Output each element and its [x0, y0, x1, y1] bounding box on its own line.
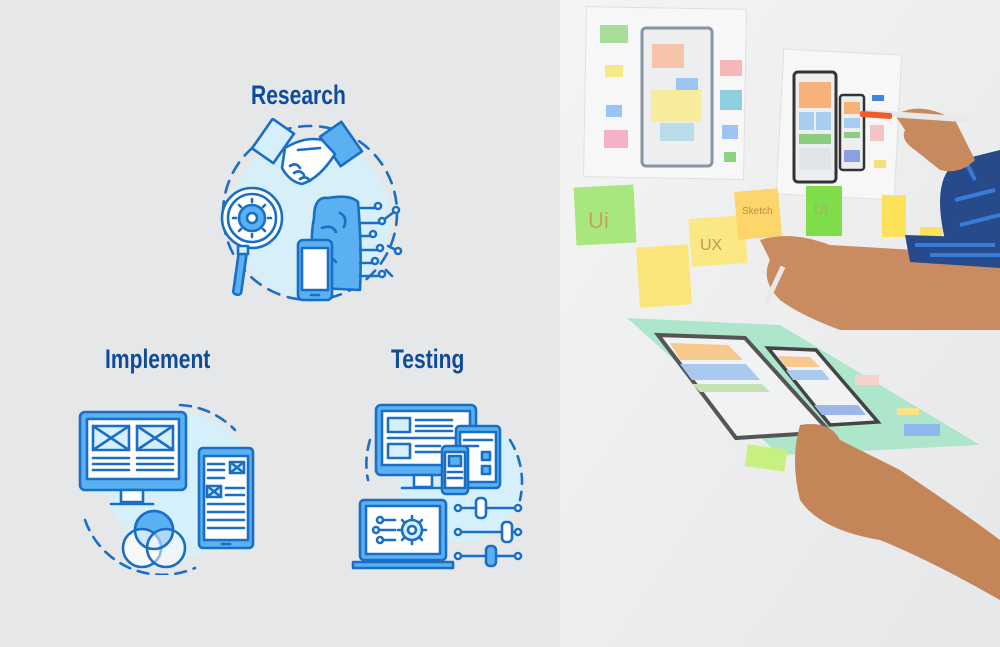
wireframe-paper-tablet	[583, 6, 747, 180]
testing-title: Testing	[391, 344, 465, 374]
research-handshake-brain-icon	[220, 118, 403, 302]
sticky-note-text: Sketch	[742, 206, 773, 217]
smartphone-icon	[296, 238, 334, 302]
implement-wireframe-devices-icon	[78, 403, 255, 575]
sliders-icon	[453, 496, 523, 568]
monitor-icon	[78, 410, 188, 506]
ux-wireframe-photo: Ui UX Sketch UI	[560, 0, 1000, 647]
research-title: Research	[251, 80, 346, 110]
wireframe-paper-devices	[775, 48, 903, 201]
sticky-note-text: UX	[700, 237, 723, 254]
laptop-settings-icon	[351, 498, 455, 570]
implement-title: Implement	[105, 344, 211, 374]
sticky-note-text: UI	[814, 201, 828, 217]
sticky-note-text: Ui	[588, 208, 609, 233]
smartphone-icon	[440, 444, 470, 496]
tablet-icon	[197, 446, 255, 550]
testing-devices-settings-icon	[351, 403, 524, 570]
